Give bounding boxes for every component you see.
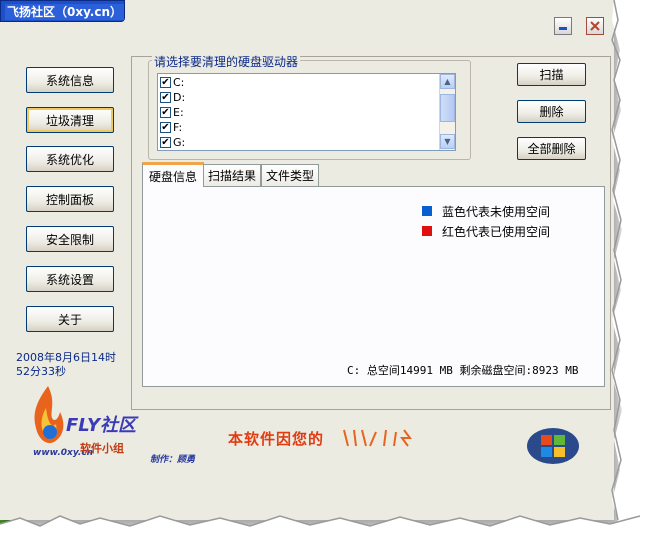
maker-credit: 制作：顾勇 bbox=[150, 455, 196, 465]
drive-item[interactable]: ✔ G: bbox=[160, 135, 185, 150]
nav-junk-clean-button[interactable]: 垃圾清理 bbox=[26, 107, 114, 133]
logo-group: 软件小组 bbox=[80, 442, 124, 455]
drive-list[interactable]: ✔ C: ✔ D: ✔ E: ✔ F: ✔ G: bbox=[157, 73, 456, 151]
drive-checkbox[interactable]: ✔ bbox=[160, 137, 171, 148]
torn-bottom-edge-decoration bbox=[0, 515, 669, 552]
used-space-color-swatch bbox=[422, 226, 432, 236]
drive-checkbox[interactable]: ✔ bbox=[160, 77, 171, 88]
windows-logo-icon bbox=[527, 428, 579, 464]
tab-file-types[interactable]: 文件类型 bbox=[261, 164, 319, 186]
drive-item[interactable]: ✔ E: bbox=[160, 105, 184, 120]
logo-text: FLY社区 bbox=[66, 415, 136, 436]
current-datetime: 2008年8月6日14时 52分33秒 bbox=[16, 351, 126, 379]
slogan-text: 本软件因您的 bbox=[228, 430, 325, 448]
tab-scan-results[interactable]: 扫描结果 bbox=[203, 164, 261, 186]
slogan-decoration-icon bbox=[343, 429, 412, 447]
nav-system-info-button[interactable]: 系统信息 bbox=[26, 67, 114, 93]
date-line: 2008年8月6日14时 bbox=[16, 351, 116, 364]
close-button[interactable] bbox=[586, 17, 604, 35]
tab-disk-info[interactable]: 硬盘信息 bbox=[142, 162, 204, 187]
drive-item[interactable]: ✔ D: bbox=[160, 90, 185, 105]
used-space-legend: 红色代表已使用空间 bbox=[442, 225, 551, 239]
disk-space-summary: C: 总空间14991 MB 剩余磁盘空间:8923 MB bbox=[347, 364, 579, 377]
nav-security-button[interactable]: 安全限制 bbox=[26, 226, 114, 252]
nav-system-optimize-button[interactable]: 系统优化 bbox=[26, 146, 114, 172]
drive-group-label: 请选择要清理的硬盘驱动器 bbox=[152, 53, 301, 70]
drive-checkbox[interactable]: ✔ bbox=[160, 92, 171, 103]
drive-item[interactable]: ✔ C: bbox=[160, 75, 184, 90]
scroll-thumb[interactable] bbox=[440, 94, 455, 122]
unused-space-color-swatch bbox=[422, 206, 432, 216]
drive-checkbox[interactable]: ✔ bbox=[160, 122, 171, 133]
unused-space-legend: 蓝色代表未使用空间 bbox=[442, 205, 551, 219]
drive-list-scrollbar[interactable]: ▲ ▼ bbox=[439, 74, 455, 150]
delete-button[interactable]: 删除 bbox=[517, 100, 586, 123]
nav-control-panel-button[interactable]: 控制面板 bbox=[26, 186, 114, 212]
nav-settings-button[interactable]: 系统设置 bbox=[26, 266, 114, 292]
scroll-up-icon[interactable]: ▲ bbox=[440, 74, 455, 89]
delete-all-button[interactable]: 全部删除 bbox=[517, 137, 586, 160]
drive-item[interactable]: ✔ F: bbox=[160, 120, 182, 135]
torn-edge-decoration bbox=[611, 0, 669, 552]
time-line: 52分33秒 bbox=[16, 365, 66, 378]
nav-about-button[interactable]: 关于 bbox=[26, 306, 114, 332]
scan-button[interactable]: 扫描 bbox=[517, 63, 586, 86]
minimize-button[interactable] bbox=[554, 17, 572, 35]
minimize-icon bbox=[559, 27, 567, 30]
window-title: 飞扬社区（0xy.cn） bbox=[0, 0, 125, 22]
drive-checkbox[interactable]: ✔ bbox=[160, 107, 171, 118]
flame-logo-icon bbox=[34, 386, 64, 444]
close-icon bbox=[590, 21, 600, 31]
scroll-down-icon[interactable]: ▼ bbox=[440, 134, 455, 149]
